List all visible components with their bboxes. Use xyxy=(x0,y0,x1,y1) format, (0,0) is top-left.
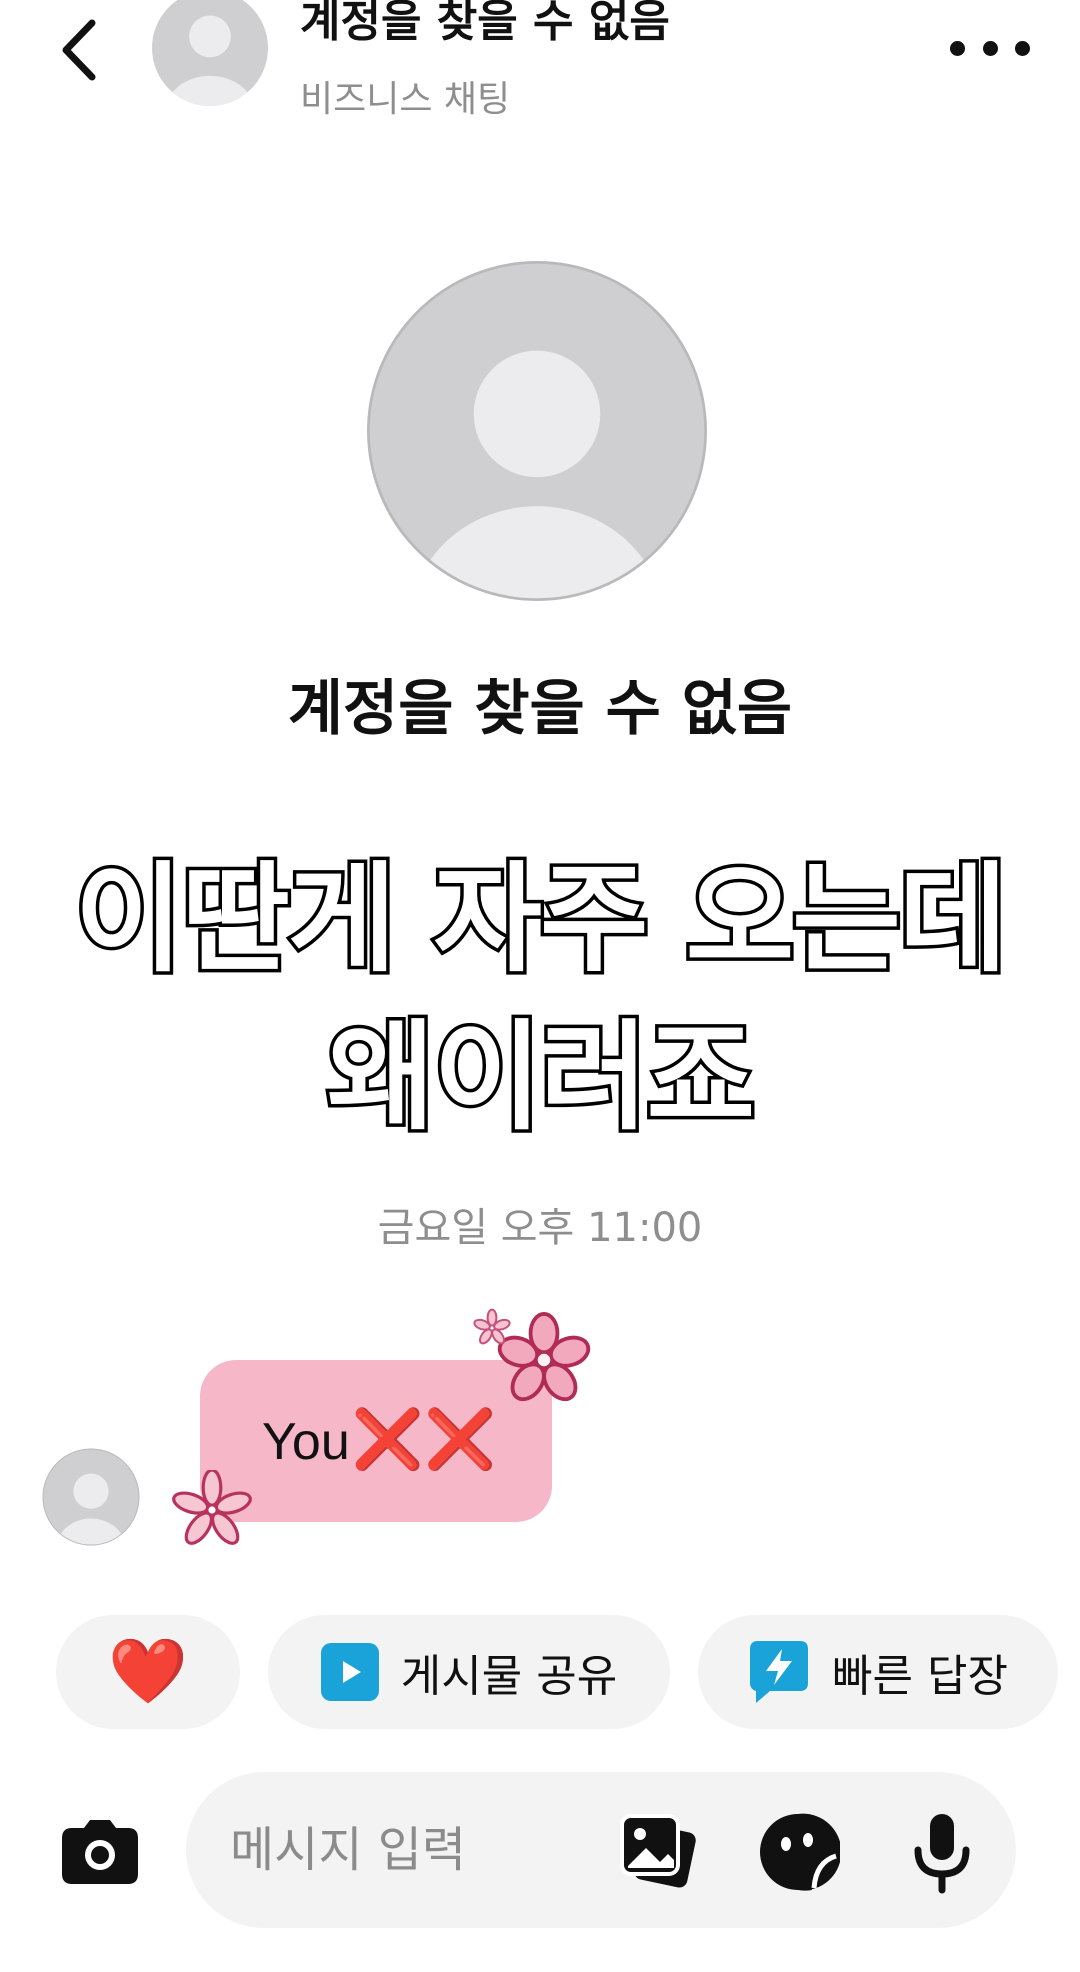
more-dot xyxy=(1015,40,1030,56)
camera-icon[interactable] xyxy=(58,1808,142,1892)
play-icon xyxy=(320,1643,379,1701)
share-post-label: 게시물 공유 xyxy=(400,1651,618,1702)
caption-line-1: 이딴게 자주 오는데 xyxy=(71,847,1011,992)
chevron-left-icon xyxy=(62,19,96,81)
caption-line-2: 왜이러죠 xyxy=(323,1005,758,1150)
heart-icon: ❤️ xyxy=(108,1635,188,1709)
mic-icon[interactable] xyxy=(900,1810,984,1894)
flower-sticker-small xyxy=(473,1308,511,1345)
gallery-icon[interactable] xyxy=(616,1810,700,1894)
overlay-caption: 이딴게 자주 오는데 왜이러죠 xyxy=(60,840,1020,1156)
profile-avatar[interactable] xyxy=(366,260,708,602)
flower-sticker-bottom xyxy=(172,1470,252,1545)
message-text-label: You xyxy=(262,1413,350,1471)
sticker-icon[interactable] xyxy=(756,1810,840,1894)
more-options-button[interactable] xyxy=(950,30,1030,66)
back-button[interactable] xyxy=(48,10,108,90)
share-post-button[interactable]: 게시물 공유 xyxy=(268,1615,670,1729)
header-subtitle: 비즈니스 채팅 xyxy=(300,79,511,120)
quick-reply-button[interactable]: 빠른 답장 xyxy=(698,1615,1058,1729)
message-input[interactable] xyxy=(230,1812,590,1888)
header-title[interactable]: 계정을 찾을 수 없음 xyxy=(300,0,670,44)
more-dot xyxy=(950,40,965,56)
message-text: You❌❌ xyxy=(262,1408,496,1474)
more-dot xyxy=(982,40,998,56)
chat-header: 계정을 찾을 수 없음 비즈니스 채팅 xyxy=(0,0,1080,130)
message-timestamp: 금요일 오후 11:00 xyxy=(377,1205,703,1251)
header-avatar[interactable] xyxy=(152,0,268,106)
profile-name: 계정을 찾을 수 없음 xyxy=(287,674,793,744)
lightning-icon xyxy=(748,1639,810,1705)
sender-avatar[interactable] xyxy=(42,1448,140,1546)
quick-reply-label: 빠른 답장 xyxy=(832,1651,1008,1702)
cross-mark-emoji: ❌❌ xyxy=(351,1407,497,1472)
heart-reaction-button[interactable]: ❤️ xyxy=(56,1615,240,1729)
